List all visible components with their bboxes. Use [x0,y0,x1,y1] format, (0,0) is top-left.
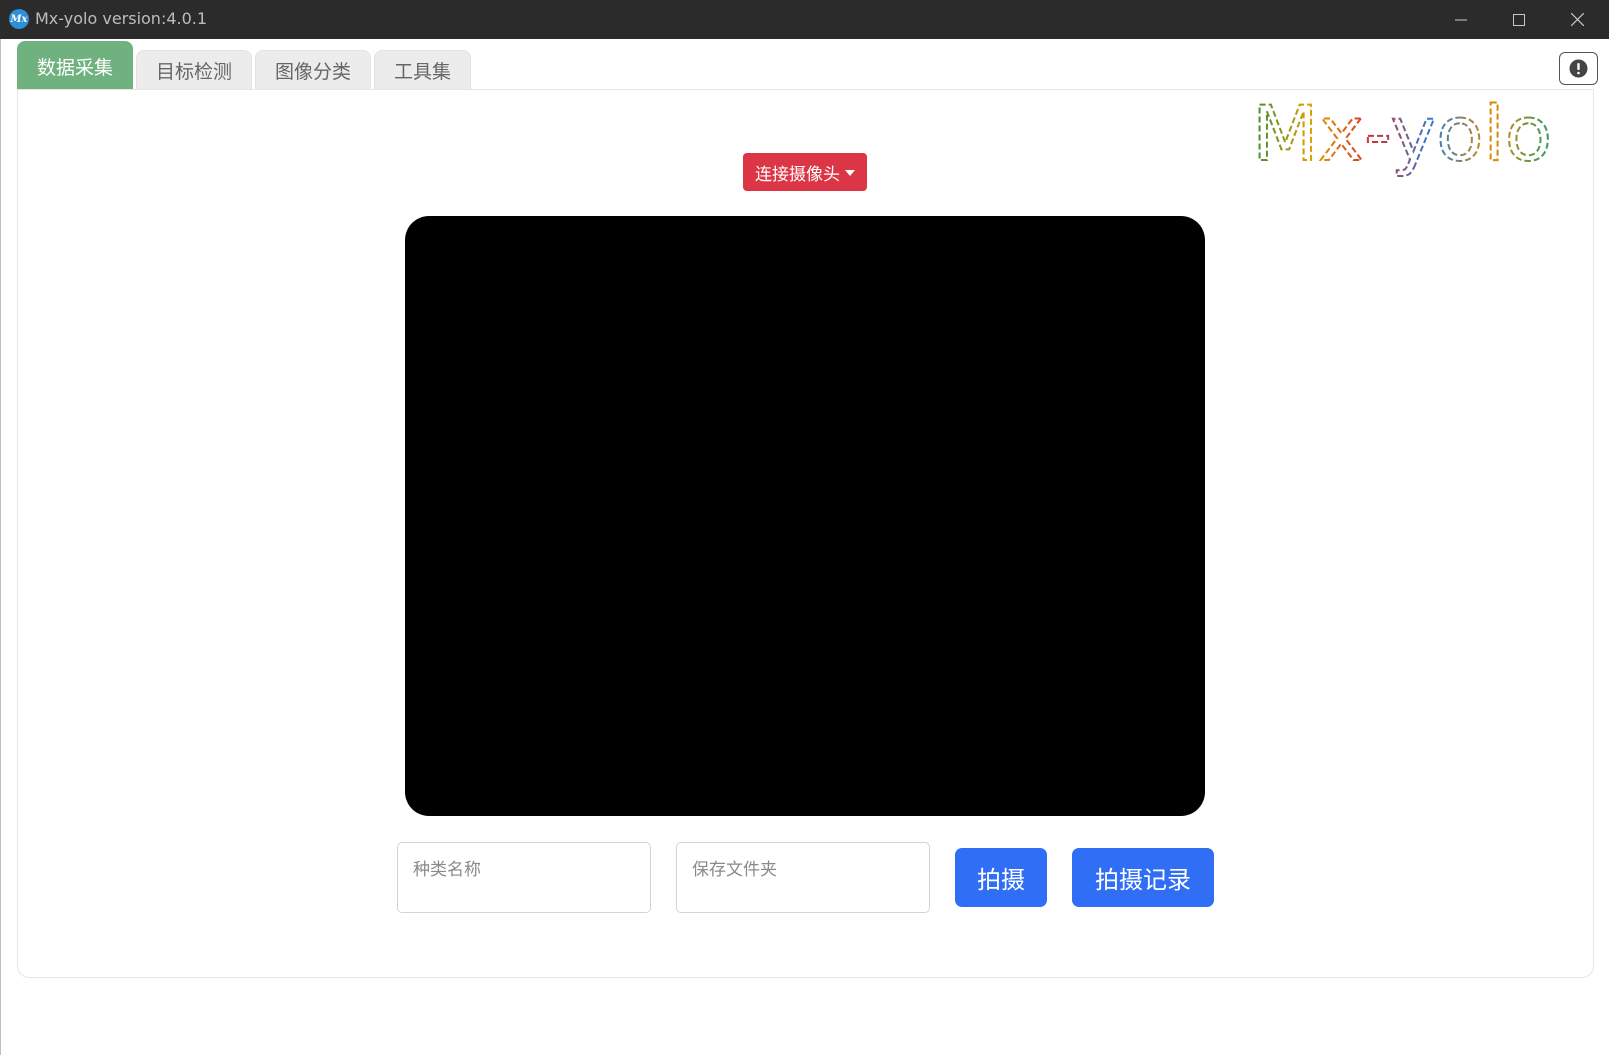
maximize-button[interactable] [1490,0,1548,39]
minimize-icon [1455,19,1467,20]
connect-camera-dropdown[interactable]: 连接摄像头 [743,153,867,191]
maximize-icon [1513,13,1525,26]
window-titlebar: Mx Mx-yolo version:4.0.1 [0,0,1609,39]
app-logo-icon: Mx [9,9,29,29]
save-folder-input[interactable] [676,842,930,913]
close-icon [1570,13,1584,26]
logo-text: Mx-yolo [1252,98,1552,178]
capture-history-button[interactable]: 拍摄记录 [1072,848,1214,907]
minimize-button[interactable] [1432,0,1490,39]
connect-camera-label: 连接摄像头 [755,164,840,185]
close-button[interactable] [1548,0,1606,39]
class-name-input[interactable] [397,842,651,913]
camera-preview [405,216,1205,816]
tab-bar: 数据采集 目标检测 图像分类 工具集 [17,41,474,90]
info-button[interactable] [1559,52,1598,85]
exclamation-circle-icon [1569,59,1588,78]
tab-toolset[interactable]: 工具集 [374,50,472,90]
app-logo-icon-label: Mx [10,13,28,25]
caret-down-icon [845,170,855,176]
tab-object-detection[interactable]: 目标检测 [136,50,253,90]
capture-button[interactable]: 拍摄 [955,848,1047,907]
mx-yolo-logo: Mx-yolo [1252,98,1553,179]
tab-image-classification[interactable]: 图像分类 [255,50,372,90]
window-title: Mx-yolo version:4.0.1 [35,9,208,28]
tab-data-collection[interactable]: 数据采集 [17,41,134,90]
